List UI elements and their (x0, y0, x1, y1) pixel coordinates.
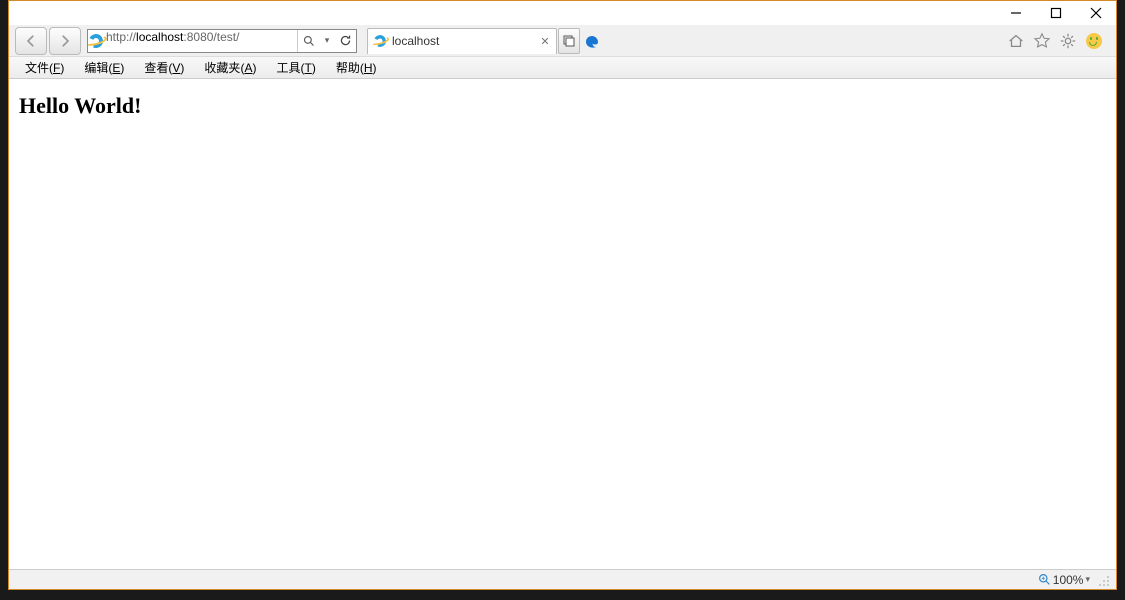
page-heading: Hello World! (19, 93, 1106, 119)
menu-view[interactable]: 查看(V) (134, 57, 194, 78)
address-bar[interactable]: http://localhost:8080/test/ ▾ (87, 29, 357, 53)
edge-icon (584, 33, 600, 49)
maximize-button[interactable] (1036, 1, 1076, 25)
close-icon (1090, 7, 1102, 19)
new-tab-button[interactable] (558, 28, 580, 54)
refresh-icon (339, 34, 352, 47)
forward-button[interactable] (49, 27, 81, 55)
back-button[interactable] (15, 27, 47, 55)
feedback-button[interactable] (1084, 31, 1104, 51)
tab-localhost[interactable]: localhost ✕ (367, 28, 557, 54)
navbar: http://localhost:8080/test/ ▾ localhost … (9, 25, 1116, 57)
home-icon (1007, 32, 1025, 50)
minimize-icon (1010, 7, 1022, 19)
url-host: localhost (136, 30, 183, 44)
forward-icon (56, 32, 74, 50)
menu-favorites[interactable]: 收藏夹(A) (194, 57, 266, 78)
favorites-button[interactable] (1032, 31, 1052, 51)
zoom-dropdown[interactable]: ▾ (1085, 574, 1090, 585)
new-tab-icon (563, 35, 575, 47)
refresh-button[interactable] (334, 30, 356, 52)
ie-window: http://localhost:8080/test/ ▾ localhost … (8, 0, 1117, 590)
open-edge-button[interactable] (581, 28, 603, 54)
titlebar (9, 1, 1116, 25)
page-content: Hello World! (9, 79, 1116, 569)
maximize-icon (1050, 7, 1062, 19)
zoom-icon (1038, 573, 1051, 586)
statusbar: 100% ▾ (9, 569, 1116, 589)
close-button[interactable] (1076, 1, 1116, 25)
url-input[interactable]: http://localhost:8080/test/ (104, 30, 297, 52)
search-dropdown[interactable]: ▾ (320, 30, 334, 52)
settings-button[interactable] (1058, 31, 1078, 51)
url-prefix: http:// (106, 30, 136, 44)
resize-grip[interactable] (1096, 573, 1110, 587)
menu-edit[interactable]: 编辑(E) (74, 57, 134, 78)
search-button[interactable] (298, 30, 320, 52)
zoom-label: 100% (1053, 573, 1084, 587)
ie-icon (373, 34, 387, 48)
window-controls (996, 1, 1116, 25)
back-icon (22, 32, 40, 50)
gear-icon (1059, 32, 1077, 50)
zoom-control[interactable]: 100% ▾ (1038, 573, 1090, 587)
home-button[interactable] (1006, 31, 1026, 51)
tab-label: localhost (392, 34, 534, 48)
ie-icon (88, 33, 104, 49)
resize-grip-icon (1098, 575, 1110, 587)
star-icon (1033, 32, 1051, 50)
smiley-icon (1086, 33, 1102, 49)
menu-tools[interactable]: 工具(T) (266, 57, 325, 78)
tab-close-button[interactable]: ✕ (538, 34, 552, 48)
menu-file[interactable]: 文件(F) (15, 57, 74, 78)
menu-help[interactable]: 帮助(H) (326, 57, 387, 78)
address-search-segment: ▾ (297, 30, 356, 52)
minimize-button[interactable] (996, 1, 1036, 25)
url-rest: :8080/test/ (183, 30, 239, 44)
nav-right-toolbar (1006, 31, 1110, 51)
menubar: 文件(F) 编辑(E) 查看(V) 收藏夹(A) 工具(T) 帮助(H) (9, 57, 1116, 79)
tab-strip: localhost ✕ (367, 28, 603, 54)
search-icon (303, 35, 315, 47)
